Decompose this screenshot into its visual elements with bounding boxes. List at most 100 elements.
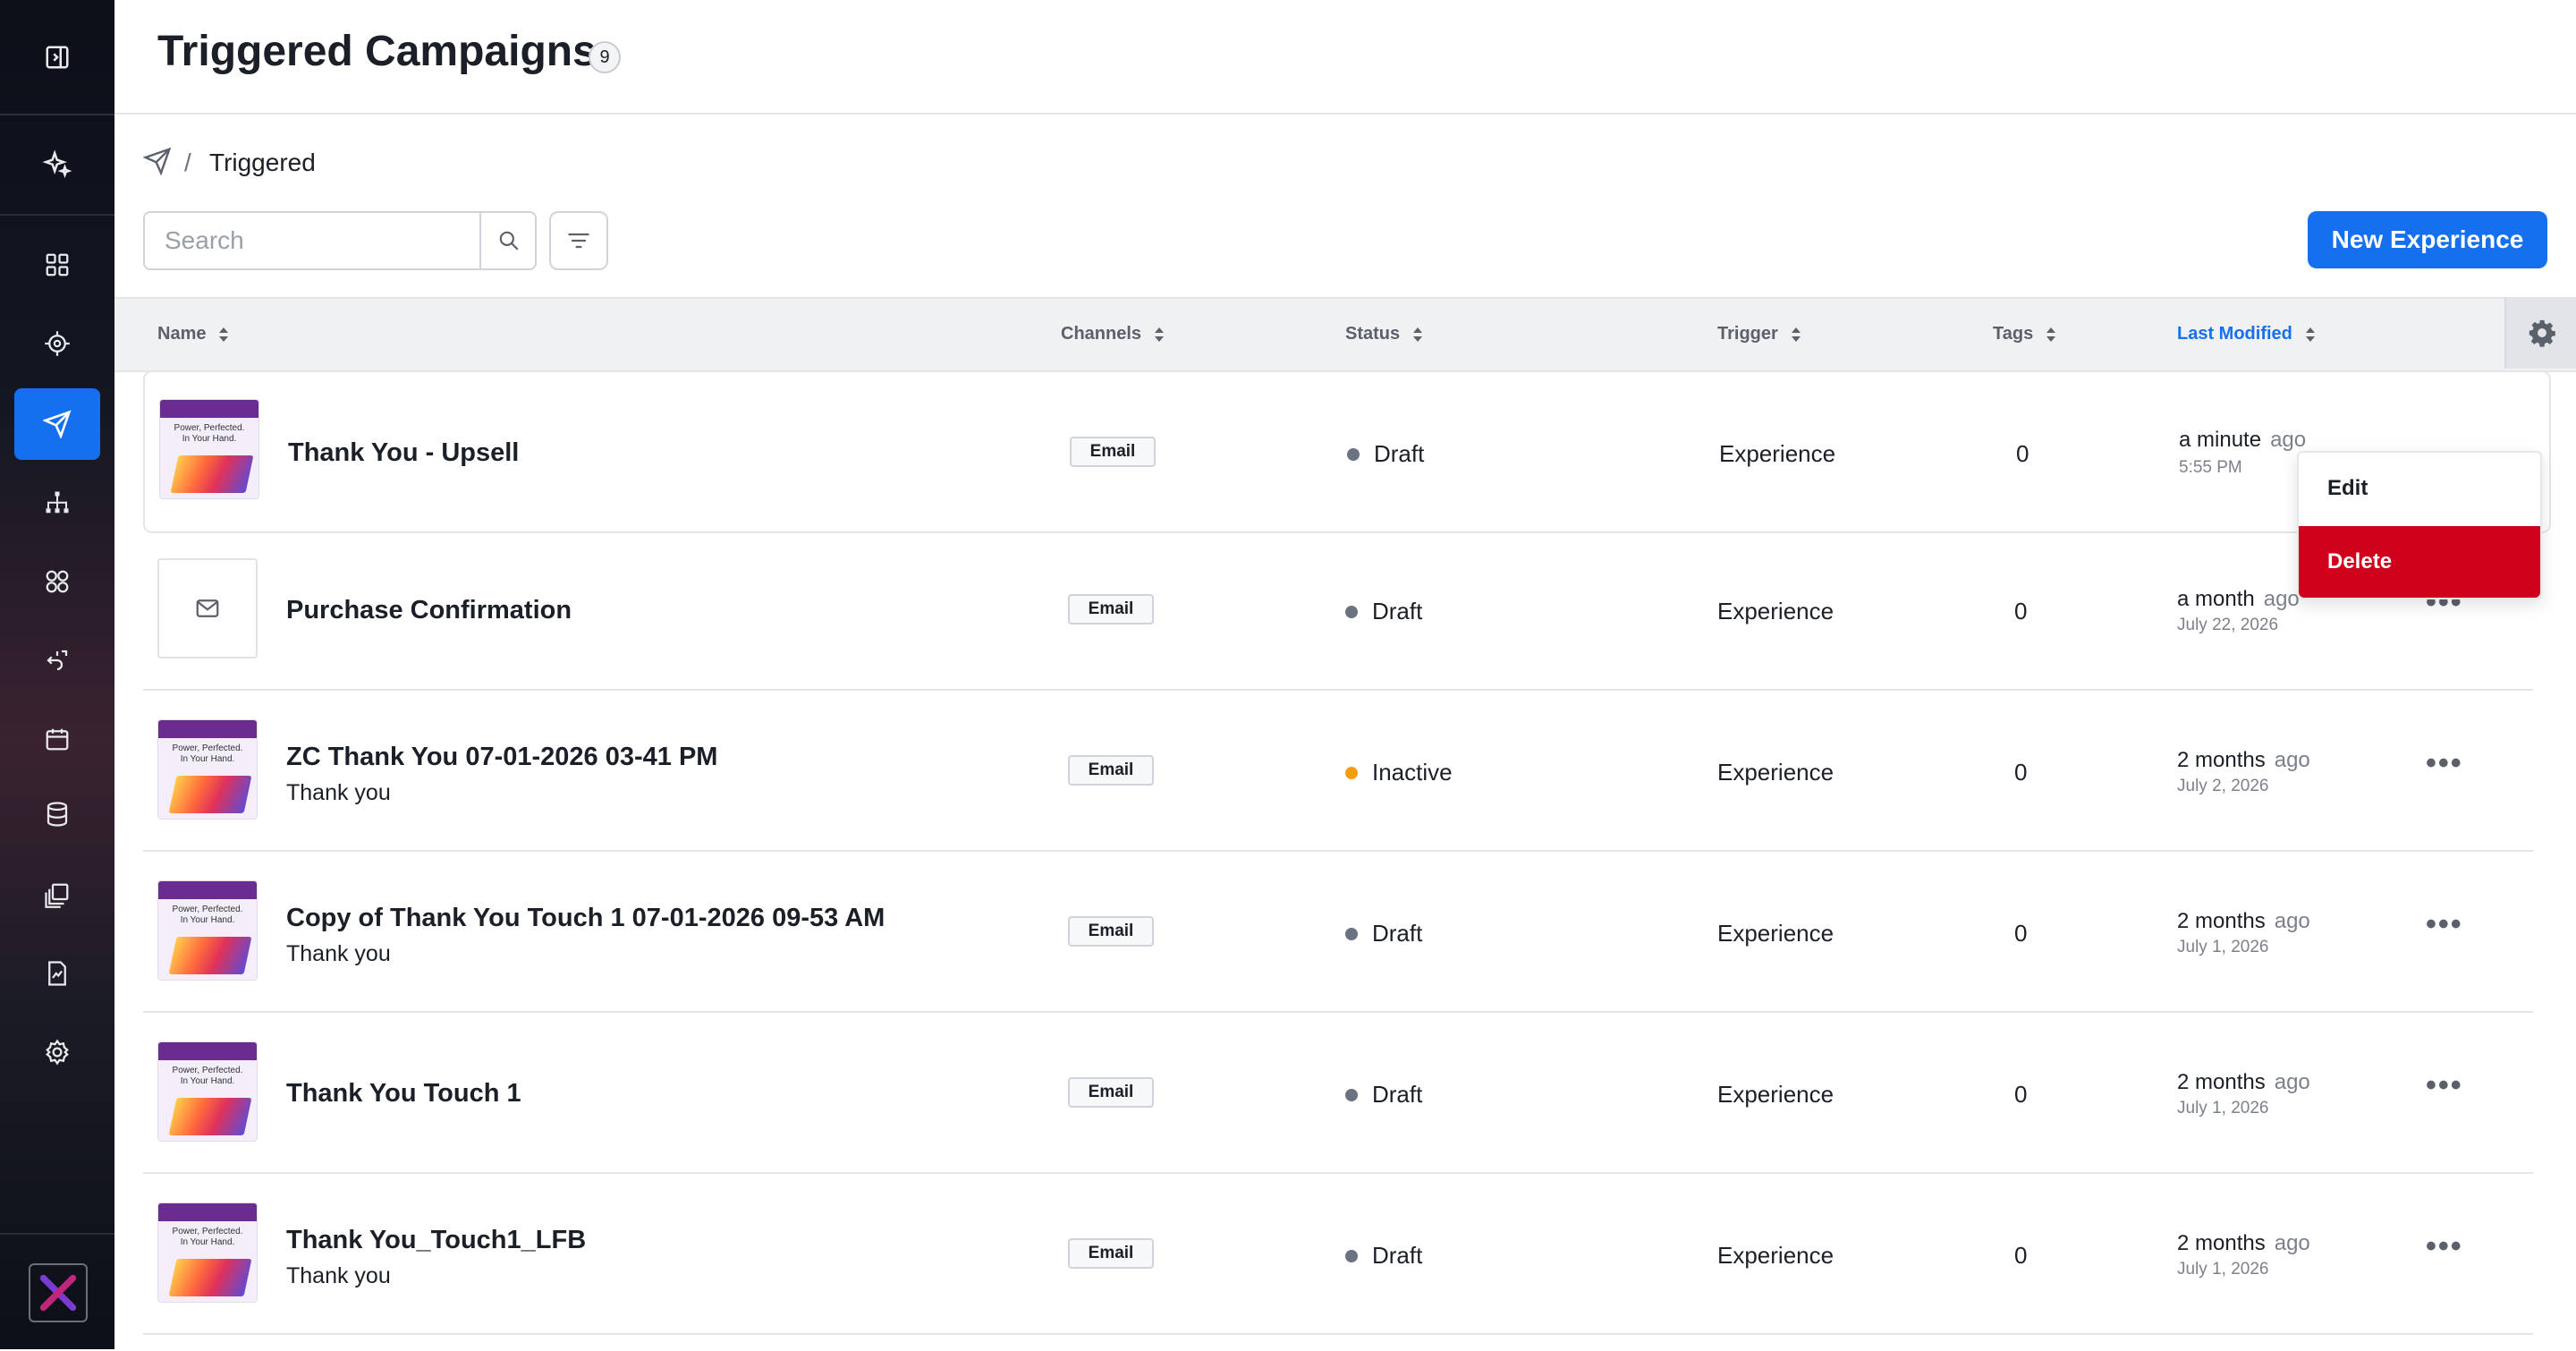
sort-icon bbox=[2305, 327, 2315, 342]
last-modified-relative: 2 months ago bbox=[2177, 909, 2310, 933]
sidebar-item-targeting[interactable] bbox=[14, 308, 100, 379]
campaign-name[interactable]: Thank You_Touch1_LFB bbox=[286, 1226, 586, 1255]
hierarchy-icon bbox=[46, 491, 69, 514]
status-dot bbox=[1345, 927, 1358, 940]
row-actions-button[interactable]: ••• bbox=[2426, 907, 2463, 942]
sidebar-item-settings[interactable] bbox=[14, 1016, 100, 1088]
email-thumbnail: Power, Perfected. In Your Hand. bbox=[157, 1041, 258, 1142]
campaign-subtitle: Thank you bbox=[286, 1263, 391, 1288]
channel-chip: Email bbox=[1068, 1077, 1154, 1108]
email-thumbnail: Power, Perfected. In Your Hand. bbox=[157, 1202, 258, 1303]
email-thumbnail: Power, Perfected. In Your Hand. bbox=[157, 880, 258, 981]
status-badge: Draft bbox=[1345, 598, 1422, 625]
sparkle-icon bbox=[42, 149, 72, 179]
status-badge: Draft bbox=[1345, 1242, 1422, 1270]
sort-icon bbox=[219, 327, 229, 342]
sidebar-item-assets[interactable] bbox=[14, 859, 100, 930]
tags-count: 0 bbox=[2014, 759, 2028, 786]
settings-icon bbox=[46, 1039, 69, 1066]
trigger-value: Experience bbox=[1719, 440, 1836, 467]
campaign-name[interactable]: ZC Thank You 07-01-2026 03-41 PM bbox=[286, 743, 717, 772]
last-modified-relative: 2 months ago bbox=[2177, 748, 2310, 772]
campaign-name[interactable]: Copy of Thank You Touch 1 07-01-2026 09-… bbox=[286, 904, 885, 933]
brand-logo[interactable] bbox=[29, 1263, 88, 1322]
row-actions-menu: Edit Delete bbox=[2297, 451, 2542, 599]
status-dot bbox=[1345, 605, 1358, 618]
calendar-icon bbox=[46, 728, 69, 751]
sidebar-item-reports[interactable] bbox=[14, 938, 100, 1009]
search-icon bbox=[499, 231, 519, 251]
tags-count: 0 bbox=[2014, 1081, 2028, 1108]
table-row[interactable]: Purchase Confirmation Email Draft Experi… bbox=[143, 531, 2533, 691]
filter-button[interactable] bbox=[549, 211, 608, 270]
table-row[interactable]: Power, Perfected. In Your Hand. Thank Yo… bbox=[143, 1176, 2533, 1335]
status-badge: Draft bbox=[1345, 1081, 1422, 1109]
sort-icon bbox=[1155, 327, 1165, 342]
last-modified-date: July 1, 2026 bbox=[2177, 1260, 2269, 1279]
database-icon bbox=[47, 802, 68, 827]
status-badge: Draft bbox=[1345, 920, 1422, 947]
status-dot bbox=[1345, 1249, 1358, 1262]
status-badge: Inactive bbox=[1345, 759, 1453, 786]
column-header-trigger[interactable]: Trigger bbox=[1717, 324, 1801, 344]
new-experience-button[interactable]: New Experience bbox=[2308, 211, 2547, 268]
brand-x-icon bbox=[39, 1274, 77, 1312]
sidebar-item-dashboard[interactable] bbox=[14, 229, 100, 301]
trigger-value: Experience bbox=[1717, 920, 1835, 947]
channel-chip: Email bbox=[1068, 916, 1154, 947]
column-header-last-modified[interactable]: Last Modified bbox=[2177, 324, 2316, 344]
trigger-value: Experience bbox=[1717, 759, 1835, 786]
row-actions-button[interactable]: ••• bbox=[2426, 1229, 2463, 1264]
sort-icon bbox=[1413, 327, 1423, 342]
assets-icon bbox=[45, 883, 69, 908]
sidebar-item-segments[interactable] bbox=[14, 546, 100, 617]
sidebar-item-campaigns[interactable] bbox=[14, 388, 100, 460]
sidebar-toggle[interactable] bbox=[0, 0, 114, 115]
row-actions-button[interactable]: ••• bbox=[2426, 1068, 2463, 1103]
email-thumbnail: Power, Perfected. In Your Hand. bbox=[157, 719, 258, 820]
column-settings-button[interactable] bbox=[2504, 297, 2576, 369]
column-header-channels[interactable]: Channels bbox=[1061, 324, 1165, 344]
table-row[interactable]: Power, Perfected. In Your Hand. Copy of … bbox=[143, 854, 2533, 1013]
channel-chip: Email bbox=[1068, 755, 1154, 786]
last-modified-date: July 1, 2026 bbox=[2177, 1099, 2269, 1117]
campaign-name[interactable]: Thank You - Upsell bbox=[288, 438, 519, 468]
tags-count: 0 bbox=[2014, 920, 2028, 947]
sidebar-item-hierarchy[interactable] bbox=[14, 467, 100, 539]
channel-chip: Email bbox=[1070, 437, 1156, 467]
sidebar-item-ai[interactable] bbox=[0, 115, 114, 216]
column-header-status[interactable]: Status bbox=[1345, 324, 1423, 344]
table-row[interactable]: Power, Perfected. In Your Hand. ZC Thank… bbox=[143, 692, 2533, 852]
table-row[interactable]: Power, Perfected. In Your Hand. Thank Yo… bbox=[143, 1015, 2533, 1174]
breadcrumb-current: Triggered bbox=[209, 149, 316, 176]
menu-item-delete[interactable]: Delete bbox=[2299, 526, 2540, 598]
email-placeholder-thumbnail bbox=[157, 558, 258, 659]
trigger-value: Experience bbox=[1717, 1242, 1835, 1269]
trigger-value: Experience bbox=[1717, 1081, 1835, 1108]
menu-item-edit[interactable]: Edit bbox=[2299, 453, 2540, 524]
campaign-name[interactable]: Purchase Confirmation bbox=[286, 596, 572, 625]
sidebar bbox=[0, 0, 114, 1349]
page-header: Triggered Campaigns 9 bbox=[114, 0, 2576, 115]
campaign-name[interactable]: Thank You Touch 1 bbox=[286, 1079, 521, 1109]
target-icon bbox=[45, 331, 70, 356]
last-modified-date: July 1, 2026 bbox=[2177, 938, 2269, 956]
sidebar-item-data[interactable] bbox=[14, 778, 100, 850]
tags-count: 0 bbox=[2014, 598, 2028, 625]
gear-icon bbox=[2529, 319, 2555, 347]
email-thumbnail: Power, Perfected. In Your Hand. bbox=[159, 399, 259, 499]
last-modified-relative: a minute ago bbox=[2179, 428, 2307, 452]
last-modified-relative: 2 months ago bbox=[2177, 1070, 2310, 1094]
tags-count: 0 bbox=[2014, 1242, 2028, 1269]
row-actions-button[interactable]: ••• bbox=[2426, 746, 2463, 781]
reports-icon bbox=[48, 961, 66, 986]
dashboard-icon bbox=[46, 253, 69, 276]
sidebar-item-calendar[interactable] bbox=[14, 703, 100, 775]
column-header-name[interactable]: Name bbox=[157, 324, 229, 344]
sort-icon bbox=[1791, 327, 1801, 342]
column-header-tags[interactable]: Tags bbox=[1993, 324, 2056, 344]
search-button[interactable] bbox=[479, 213, 537, 268]
table-row[interactable]: Power, Perfected. In Your Hand. Thank Yo… bbox=[143, 370, 2551, 533]
sidebar-item-journeys[interactable] bbox=[14, 625, 100, 696]
search-input[interactable] bbox=[145, 213, 476, 268]
